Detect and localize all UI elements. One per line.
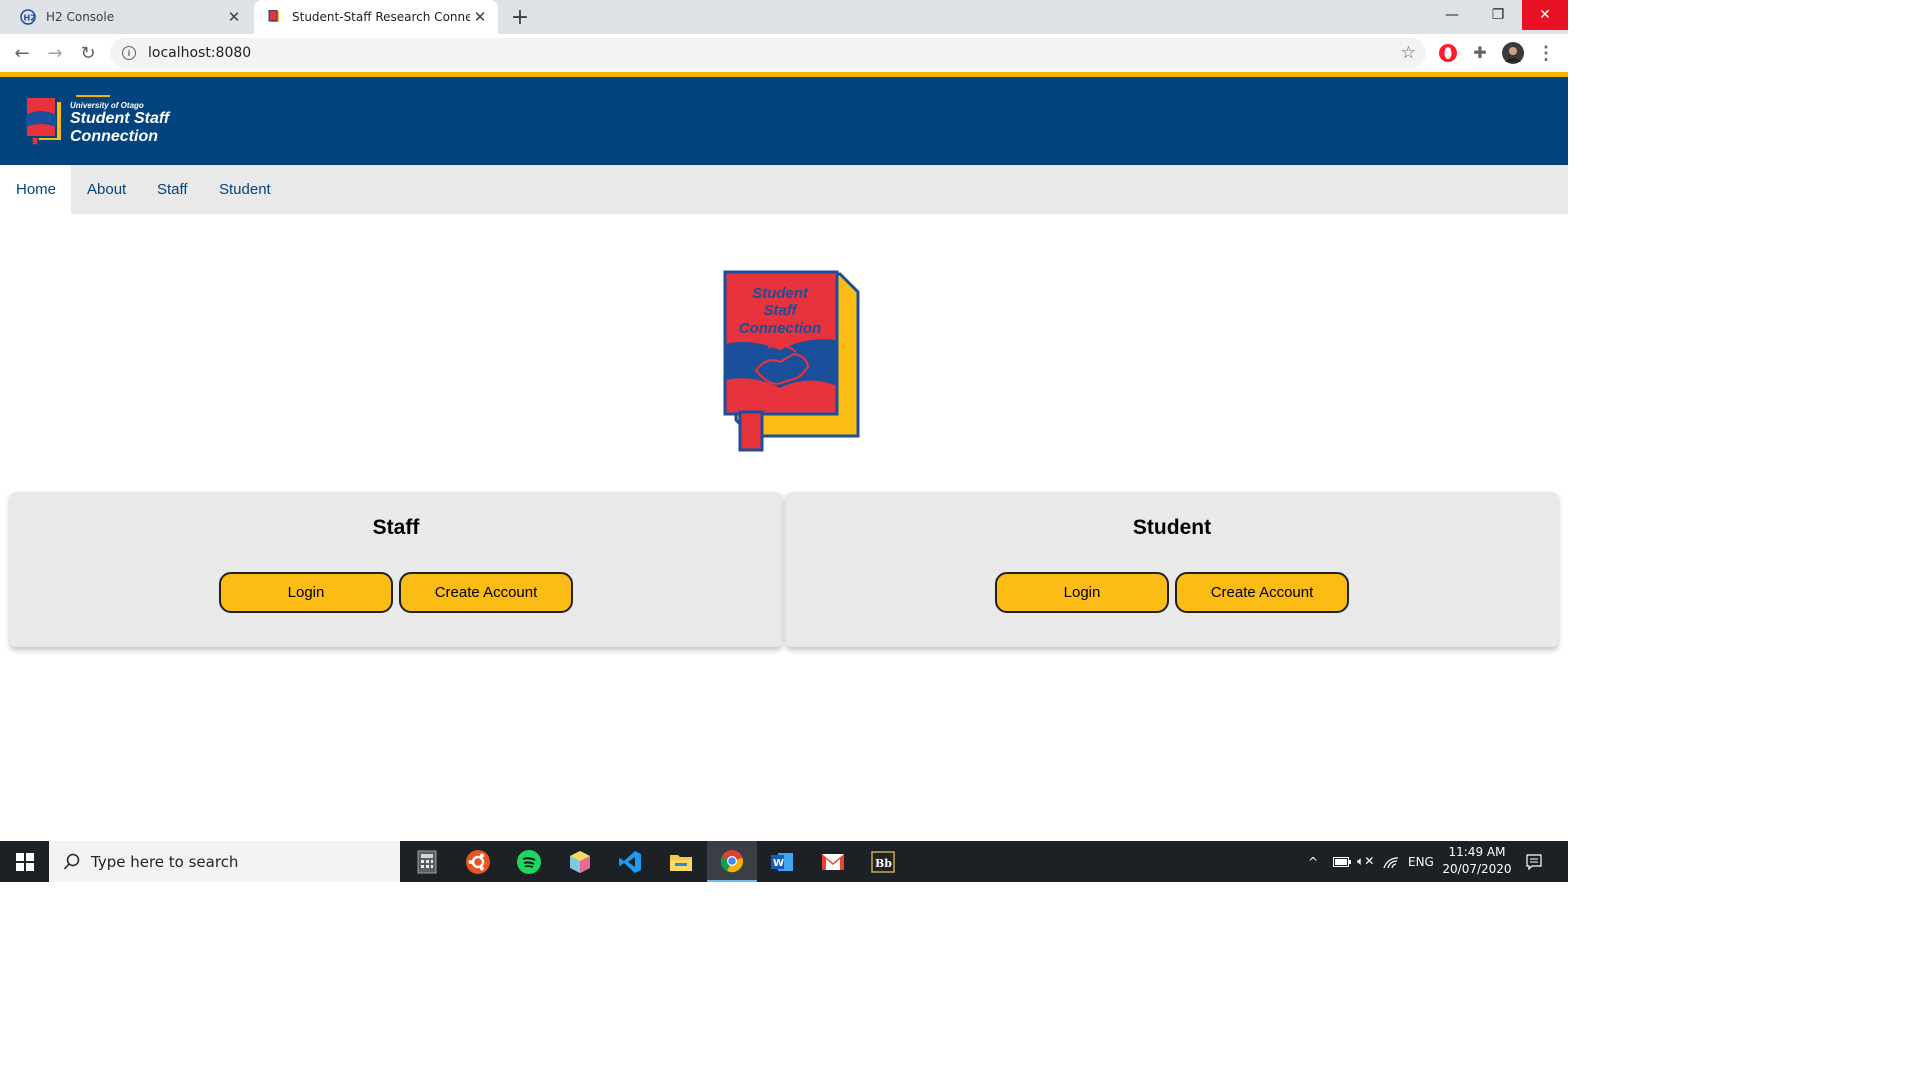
box-app-icon[interactable] [555,841,605,882]
show-hidden-icons[interactable]: ^ [1308,841,1318,882]
search-icon [63,853,80,870]
tab-h2-console[interactable]: H2 H2 Console ✕ [8,0,252,34]
staff-login-button[interactable]: Login [219,572,393,613]
tab-title: Student-Staff Research Connectio [292,10,470,24]
browser-tab-strip: H2 H2 Console ✕ Student-Staff Research C… [0,0,1568,34]
opera-extension-icon[interactable] [1435,40,1461,66]
restore-icon[interactable]: ❐ [1475,0,1521,30]
svg-text:W: W [773,858,784,869]
browser-toolbar: ← → ↻ i localhost:8080 ☆ ✚ ⋮ [0,34,1568,72]
minimize-icon[interactable]: — [1429,0,1475,30]
forward-arrow-icon[interactable]: → [40,38,70,68]
main-logo: Student Staff Connection [722,270,862,459]
nav-item-home[interactable]: Home [0,165,71,214]
address-bar[interactable]: i localhost:8080 ☆ [110,38,1426,68]
extensions-puzzle-icon[interactable]: ✚ [1467,40,1493,66]
staff-card: Staff Login Create Account [10,492,782,647]
h2-favicon-icon: H2 [20,9,36,25]
svg-text:Bb: Bb [875,857,892,870]
taskbar-clock[interactable]: 11:49 AM 20/07/2020 [1440,844,1514,878]
bookmark-star-icon[interactable]: ☆ [1401,43,1416,63]
taskbar-search-box[interactable]: Type here to search [49,841,400,882]
student-card-title: Student [1132,516,1212,539]
word-icon[interactable]: W [757,841,807,882]
search-placeholder: Type here to search [91,852,239,871]
staff-card-title: Staff [372,516,420,539]
svg-text:H2: H2 [24,14,36,23]
header-title-line2: Connection [70,128,158,145]
battery-icon[interactable] [1333,841,1351,882]
header-accent-line [76,95,110,97]
wifi-icon[interactable] [1383,841,1399,882]
nav-item-about[interactable]: About [71,165,142,214]
nav-item-student[interactable]: Student [203,165,287,214]
chrome-icon[interactable] [707,841,757,882]
ubuntu-icon[interactable] [453,841,503,882]
vscode-icon[interactable] [605,841,655,882]
header-title-line1: Student Staff [70,110,170,127]
close-window-icon[interactable]: ✕ [1522,0,1568,30]
back-arrow-icon[interactable]: ← [7,38,37,68]
site-favicon-icon [266,9,282,25]
blackboard-icon[interactable]: Bb [858,841,908,882]
student-create-account-button[interactable]: Create Account [1175,572,1349,613]
reload-icon[interactable]: ↻ [73,38,103,68]
file-explorer-icon[interactable] [656,841,706,882]
gmail-icon[interactable] [808,841,858,882]
header-university: University of Otago [70,101,144,110]
new-tab-button[interactable]: + [507,4,533,30]
header-title: University of Otago Student Staff Connec… [70,95,169,146]
spotify-icon[interactable] [504,841,554,882]
calculator-icon[interactable] [402,841,452,882]
language-indicator[interactable]: ENG [1408,841,1434,882]
tab-title: H2 Console [46,10,115,24]
main-nav: Home About Staff Student [0,165,1568,214]
clock-time: 11:49 AM [1448,845,1506,859]
volume-muted-icon[interactable]: 🔈︎✕ [1357,841,1374,882]
site-info-icon[interactable]: i [122,46,136,60]
windows-taskbar: Type here to search W Bb ^ 🔈︎✕ ENG 11:49… [0,841,1568,882]
notifications-icon[interactable] [1526,841,1542,882]
student-card: Student Login Create Account [786,492,1558,647]
clock-date: 20/07/2020 [1442,862,1512,876]
url-text[interactable]: localhost:8080 [148,45,251,61]
logo-text-line2: Staff [763,302,798,319]
logo-text-line1: Student [752,285,809,302]
profile-avatar[interactable] [1500,40,1526,66]
tab-student-staff[interactable]: Student-Staff Research Connectio ✕ [254,0,498,34]
logo-text-line3: Connection [739,320,822,337]
site-header: University of Otago Student Staff Connec… [0,77,1568,165]
browser-menu-icon[interactable]: ⋮ [1533,40,1559,66]
header-logo[interactable] [24,95,64,152]
student-login-button[interactable]: Login [995,572,1169,613]
tab-close-icon[interactable]: ✕ [470,7,490,27]
nav-item-staff[interactable]: Staff [141,165,204,214]
staff-create-account-button[interactable]: Create Account [399,572,573,613]
tab-close-icon[interactable]: ✕ [224,7,244,27]
windows-start-icon[interactable] [0,841,49,882]
